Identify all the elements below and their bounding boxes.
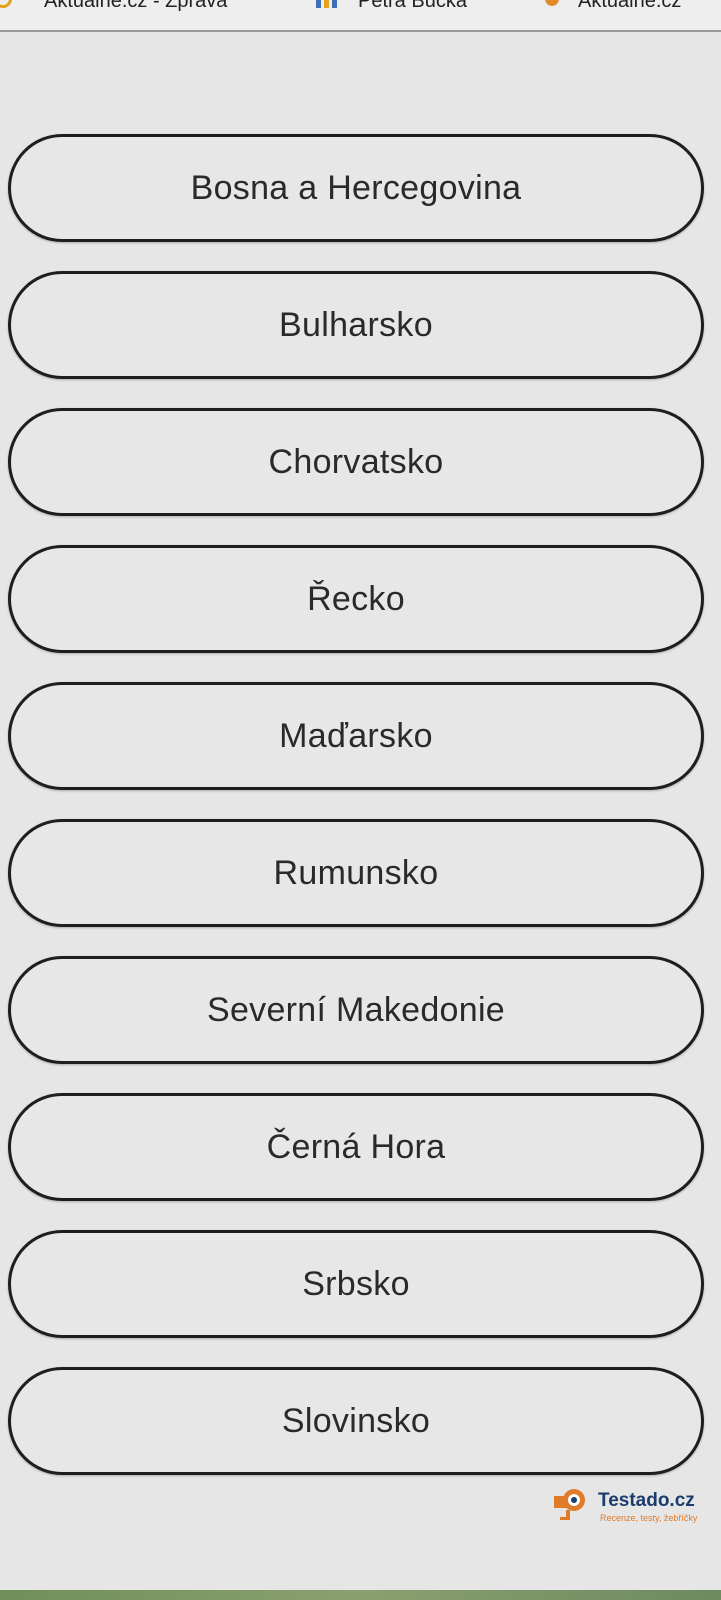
country-button-madarsko[interactable]: Maďarsko [8, 682, 704, 790]
watermark-tagline: Recenze, testy, žebříčky [600, 1513, 698, 1523]
country-button-chorvatsko[interactable]: Chorvatsko [8, 408, 704, 516]
country-label: Severní Makedonie [206, 990, 506, 1029]
country-button-recko[interactable]: Řecko [8, 545, 704, 653]
country-label: Srbsko [302, 1264, 410, 1303]
country-button-srbsko[interactable]: Srbsko [8, 1230, 704, 1338]
bottom-edge-strip [0, 1590, 721, 1600]
country-button-cerna-hora[interactable]: Černá Hora [8, 1093, 704, 1201]
testado-logo-icon [554, 1489, 585, 1520]
country-label: Maďarsko [279, 716, 433, 755]
country-label: Rumunsko [273, 853, 439, 892]
country-label: Bosna a Hercegovina [190, 168, 522, 207]
country-label: Slovinsko [281, 1401, 431, 1440]
country-button-bulharsko[interactable]: Bulharsko [8, 271, 704, 379]
country-label: Černá Hora [266, 1127, 446, 1166]
country-button-slovinsko[interactable]: Slovinsko [8, 1367, 704, 1475]
country-list: Bosna a Hercegovina Bulharsko Chorvatsko… [0, 0, 721, 1600]
country-button-bosna-a-hercegovina[interactable]: Bosna a Hercegovina [8, 134, 704, 242]
country-label: Chorvatsko [268, 442, 444, 481]
country-label: Řecko [307, 579, 405, 618]
country-button-rumunsko[interactable]: Rumunsko [8, 819, 704, 927]
country-label: Bulharsko [279, 305, 433, 344]
country-button-severni-makedonie[interactable]: Severní Makedonie [8, 956, 704, 1064]
watermark-title: Testado.cz [598, 1490, 695, 1511]
testado-watermark: Testado.cz Recenze, testy, žebříčky [548, 1482, 718, 1530]
